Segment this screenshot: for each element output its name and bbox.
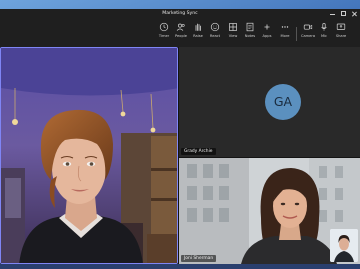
more-icon	[281, 26, 289, 28]
view-label: View	[228, 34, 238, 38]
share-button[interactable]: Share	[333, 22, 349, 44]
notes-label: Notes	[244, 34, 256, 38]
apps-button[interactable]: Apps	[259, 22, 275, 44]
participant-tile-joni[interactable]: Joni Sherman	[179, 158, 360, 264]
people-label: People	[175, 34, 187, 38]
more-label: More	[280, 34, 290, 38]
grid-view-icon	[229, 23, 237, 31]
taskbar	[0, 264, 360, 269]
meeting-toolbar: Timer People Raise React View Notes Apps…	[0, 19, 360, 47]
camera-button[interactable]: Camera	[300, 22, 316, 44]
notes-icon	[246, 22, 254, 32]
title-bar: Marketing Sync	[0, 9, 360, 19]
smiley-icon	[210, 22, 220, 32]
apps-label: Apps	[262, 34, 272, 38]
mic-button[interactable]: Mic	[316, 22, 332, 44]
main-participant-video[interactable]	[0, 47, 178, 264]
window-title: Marketing Sync	[162, 11, 198, 16]
react-button[interactable]: React	[207, 22, 223, 44]
participant-tile-grady[interactable]: GA Grady Archie	[179, 47, 360, 157]
more-button[interactable]: More	[277, 22, 293, 44]
meeting-window: Marketing Sync Timer People Raise React …	[0, 9, 360, 264]
notes-button[interactable]: Notes	[242, 22, 258, 44]
people-icon	[176, 23, 185, 31]
avatar-scene	[1, 48, 177, 263]
apps-icon	[264, 24, 270, 30]
view-button[interactable]: View	[225, 22, 241, 44]
timer-label: Timer	[158, 34, 170, 38]
share-label: Share	[335, 34, 347, 38]
share-icon	[336, 23, 346, 30]
people-button[interactable]: People	[173, 22, 189, 44]
react-label: React	[209, 34, 221, 38]
raise-label: Raise	[193, 34, 203, 38]
self-avatar	[330, 229, 358, 262]
mic-icon	[321, 22, 327, 31]
avatar: GA	[265, 84, 301, 120]
video-stage: GA Grady Archie Joni Sherman	[0, 47, 360, 264]
close-window-button[interactable]	[352, 11, 357, 16]
camera-icon	[303, 24, 313, 30]
maximize-button[interactable]	[341, 11, 346, 16]
participant-name-grady: Grady Archie	[181, 148, 216, 155]
mic-label: Mic	[320, 34, 328, 38]
self-view-video[interactable]	[330, 229, 358, 262]
raise-hand-icon	[195, 23, 201, 31]
raise-hand-button[interactable]: Raise	[190, 22, 206, 44]
window-controls	[330, 11, 357, 16]
clock-icon	[159, 22, 169, 32]
timer-button[interactable]: Timer	[156, 22, 172, 44]
participant-name-joni: Joni Sherman	[181, 255, 217, 262]
camera-label: Camera	[300, 34, 316, 38]
minimize-button[interactable]	[330, 11, 335, 16]
toolbar-divider	[296, 27, 297, 41]
